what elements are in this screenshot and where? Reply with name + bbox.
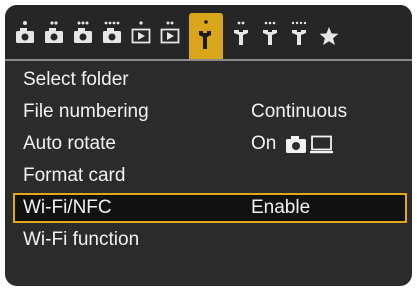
tab-setup-2[interactable] [229,19,253,59]
menu-item-label: Select folder [23,69,129,90]
menu-item-select-folder[interactable]: Select folder [13,65,407,95]
auto-rotate-targets [285,133,335,160]
wrench-icon [263,21,277,45]
camera-menu-screen: Select folder File numbering Continuous … [5,5,412,286]
wrench-icon [234,21,248,45]
tab-shooting-4[interactable] [100,19,124,59]
wrench-icon [291,21,307,45]
menu-item-wifi-nfc[interactable]: Wi-Fi/NFC Enable [13,193,407,223]
menu-item-value: Enable [251,197,311,218]
menu-tab-bar [5,5,412,61]
menu-item-label: Wi-Fi/NFC [23,197,112,218]
camera-icon [16,21,34,43]
menu-item-value: On [251,133,277,154]
menu-item-label: Format card [23,165,126,186]
menu-item-label: Wi-Fi function [23,229,140,250]
menu-item-auto-rotate[interactable]: Auto rotate On [13,129,407,159]
tab-shooting-3[interactable] [71,19,95,59]
tab-my-menu[interactable] [317,19,341,59]
tab-setup-4[interactable] [287,19,311,59]
menu-item-wifi-function[interactable]: Wi-Fi function [13,225,407,255]
camera-icon [286,136,306,153]
tab-shooting-2[interactable] [42,19,66,59]
tab-playback-2[interactable] [158,19,182,59]
tab-setup-3[interactable] [258,19,282,59]
camera-icon [74,21,92,43]
camera-icon [45,21,63,43]
playback-icon [131,21,151,44]
star-icon [319,27,339,45]
camera-icon [103,21,121,43]
computer-monitor-icon [310,135,333,154]
tab-shooting-1[interactable] [13,19,37,59]
menu-item-file-numbering[interactable]: File numbering Continuous [13,97,407,127]
menu-item-label: File numbering [23,101,149,122]
tab-setup-1[interactable] [189,13,223,61]
menu-item-format-card[interactable]: Format card [13,161,407,191]
tab-bar-divider [5,59,412,61]
menu-item-label: Auto rotate [23,133,116,154]
playback-icon [160,21,180,44]
wrench-icon [199,20,211,49]
tab-playback-1[interactable] [129,19,153,59]
menu-item-value: Continuous [251,101,348,122]
